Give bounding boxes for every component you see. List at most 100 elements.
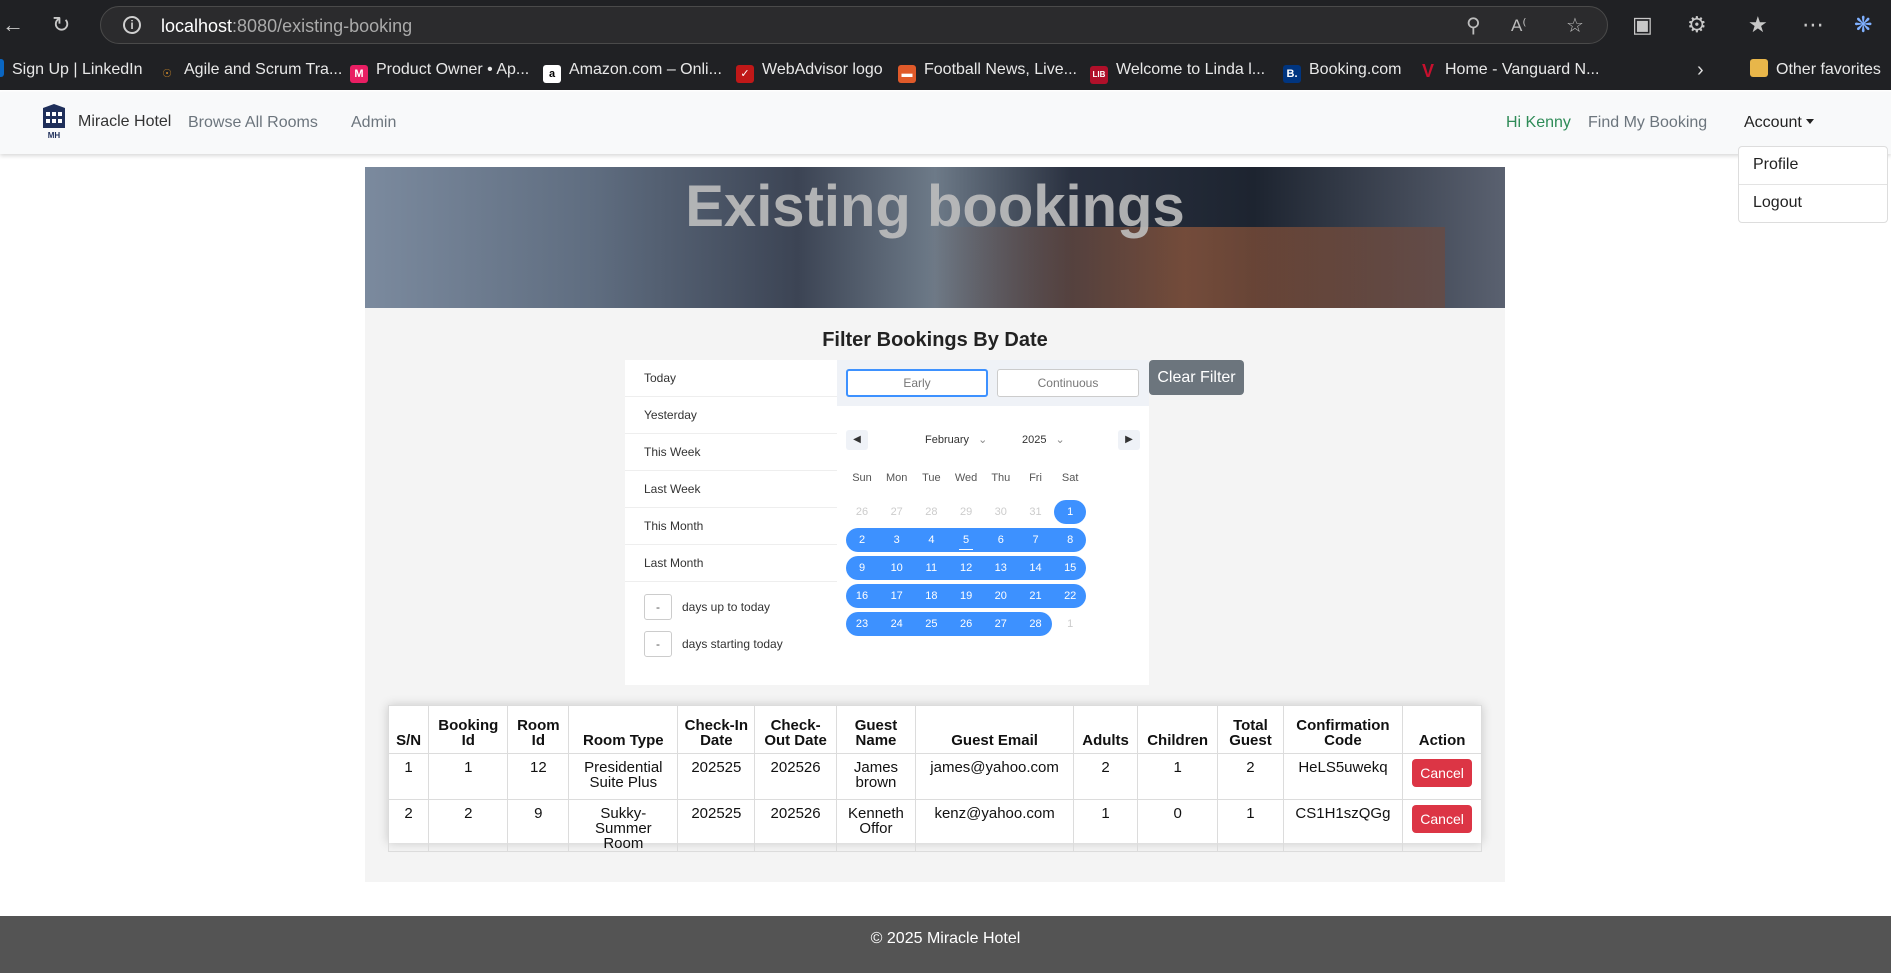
column-header: Guest Name (835, 705, 917, 754)
table-cell: 202525 (677, 753, 756, 800)
amazon-icon: a (543, 65, 561, 83)
calendar-day[interactable]: 15 (1049, 556, 1091, 580)
next-month-icon[interactable]: ▶ (1118, 430, 1140, 450)
range-yesterday[interactable]: Yesterday (625, 397, 837, 434)
calendar-day[interactable]: 1 (1049, 612, 1091, 636)
menu-divider (1739, 184, 1887, 185)
bookmark-agile[interactable]: ☉ Agile and Scrum Tra... (158, 50, 342, 90)
table-cell: HeLS5uwekq (1282, 753, 1404, 800)
favorite-star-icon[interactable]: ☆ (1566, 7, 1584, 45)
range-this-week[interactable]: This Week (625, 434, 837, 471)
menu-profile[interactable]: Profile (1753, 156, 1798, 174)
calendar-day[interactable]: 8 (1049, 528, 1091, 552)
table-cell: 12 (507, 753, 570, 800)
days-starting-today-row: - days starting today (644, 631, 783, 657)
extension-tab-icon[interactable]: ▣ (1632, 0, 1653, 50)
column-header: Action (1402, 705, 1482, 754)
days-up-to-today-label: days up to today (682, 600, 771, 614)
svg-text:MH: MH (48, 131, 61, 140)
column-header: Total Guest (1217, 705, 1284, 754)
bookmark-linda[interactable]: LIB Welcome to Linda l... (1090, 50, 1265, 90)
table-cell: Presidential Suite Plus (568, 753, 679, 800)
days-starting-today-input[interactable]: - (644, 631, 672, 657)
weekday-label: Sat (1061, 472, 1079, 484)
nav-browse-all-rooms[interactable]: Browse All Rooms (188, 92, 318, 154)
zoom-icon[interactable]: ⚲ (1466, 7, 1481, 45)
range-this-month[interactable]: This Month (625, 508, 837, 545)
agile-icon: ☉ (162, 68, 172, 80)
nav-admin[interactable]: Admin (351, 92, 396, 154)
more-menu-icon[interactable]: ⋯ (1802, 0, 1824, 50)
webadvisor-icon: ✓ (736, 65, 754, 83)
bookmarks-overflow-icon[interactable]: › (1697, 50, 1704, 90)
chevron-down-icon: ⌄ (1055, 434, 1065, 446)
bookmarks-bar: Sign Up | LinkedIn ☉ Agile and Scrum Tra.… (0, 50, 1891, 90)
bookmark-other-favorites[interactable]: Other favorites (1750, 50, 1881, 90)
filter-title: Filter Bookings By Date (822, 329, 1048, 351)
footer: © 2025 Miracle Hotel (0, 916, 1891, 973)
table-cell: 202525 (677, 799, 756, 852)
year-select[interactable]: 2025 ⌄ (1022, 430, 1065, 450)
column-header: S/N (387, 705, 430, 754)
back-arrow-icon[interactable]: ← (2, 0, 24, 50)
product-owner-icon: M (350, 65, 368, 83)
read-aloud-icon[interactable]: A⁽ (1511, 7, 1527, 45)
table-cell: 1 (387, 753, 430, 800)
range-today[interactable]: Today (625, 360, 837, 397)
calendar: Early Continuous ◀ February ⌄ 2025 ⌄ ▶ S… (837, 360, 1149, 685)
column-header: Adults (1073, 705, 1139, 754)
nav-find-my-booking[interactable]: Find My Booking (1588, 92, 1707, 154)
brand-name[interactable]: Miracle Hotel (78, 92, 171, 152)
site-info-icon[interactable]: i (123, 16, 141, 34)
table-cell: james@yahoo.com (915, 753, 1075, 800)
bookmark-football[interactable]: ▬ Football News, Live... (898, 50, 1077, 90)
bookmark-product-owner[interactable]: M Product Owner • Ap... (350, 50, 529, 90)
table-cell: 2 (1217, 753, 1284, 800)
table-cell: 2 (387, 799, 430, 852)
folder-icon (1750, 59, 1768, 77)
table-cell: 2 (428, 799, 509, 852)
hero-banner: Existing bookings (365, 167, 1505, 308)
bookmark-linkedin[interactable]: Sign Up | LinkedIn (0, 50, 142, 90)
menu-logout[interactable]: Logout (1753, 194, 1802, 212)
days-starting-today-label: days starting today (682, 637, 783, 651)
calendar-day[interactable]: 22 (1049, 584, 1091, 608)
column-header: Booking Id (428, 705, 509, 754)
days-up-to-today-input[interactable]: - (644, 594, 672, 620)
range-last-month[interactable]: Last Month (625, 545, 837, 582)
copilot-icon[interactable]: ❋ (1854, 0, 1872, 50)
lib-icon: LIB (1090, 66, 1108, 84)
bookmark-webadvisor[interactable]: ✓ WebAdvisor logo (736, 50, 883, 90)
cancel-booking-button[interactable]: Cancel (1412, 805, 1472, 833)
table-cell: 1 (1217, 799, 1284, 852)
clear-filter-button[interactable]: Clear Filter (1149, 360, 1244, 395)
column-header: Guest Email (915, 705, 1075, 754)
prev-month-icon[interactable]: ◀ (846, 430, 868, 450)
bookmark-vanguard[interactable]: V Home - Vanguard N... (1419, 50, 1599, 90)
days-up-to-today-row: - days up to today (644, 594, 770, 620)
table-cell: 1 (1137, 753, 1219, 800)
column-header: Room Type (568, 705, 679, 754)
bookmark-booking[interactable]: B. Booking.com (1283, 50, 1402, 90)
reload-icon[interactable]: ↻ (52, 0, 70, 50)
page-title: Existing bookings (685, 174, 1185, 239)
extensions-icon[interactable]: ⚙ (1687, 0, 1707, 50)
calendar-day[interactable]: 1 (1049, 500, 1091, 524)
mode-continuous-button[interactable]: Continuous (997, 369, 1139, 397)
url-text[interactable]: localhost:8080/existing-booking (161, 7, 412, 45)
table-header-row: S/N Booking Id Room Id Room Type Check-In Da… (387, 705, 1482, 754)
chevron-down-icon: ⌄ (978, 434, 988, 446)
account-dropdown-toggle[interactable]: Account (1744, 92, 1814, 154)
address-bar[interactable]: i localhost:8080/existing-booking ⚲ A⁽ ☆ (100, 6, 1608, 44)
month-select[interactable]: February ⌄ (925, 430, 987, 450)
column-header: Check-In Date (677, 705, 756, 754)
hotel-logo-icon[interactable]: MH (40, 104, 68, 140)
table-cell: kenz@yahoo.com (915, 799, 1075, 852)
mode-early-button[interactable]: Early (846, 369, 988, 397)
favorites-icon[interactable]: ★ (1748, 0, 1768, 50)
table-cell: 2 (1073, 753, 1139, 800)
table-cell: Kenneth Offor (835, 799, 917, 852)
range-last-week[interactable]: Last Week (625, 471, 837, 508)
cancel-booking-button[interactable]: Cancel (1412, 759, 1472, 787)
bookmark-amazon[interactable]: a Amazon.com – Onli... (543, 50, 722, 90)
